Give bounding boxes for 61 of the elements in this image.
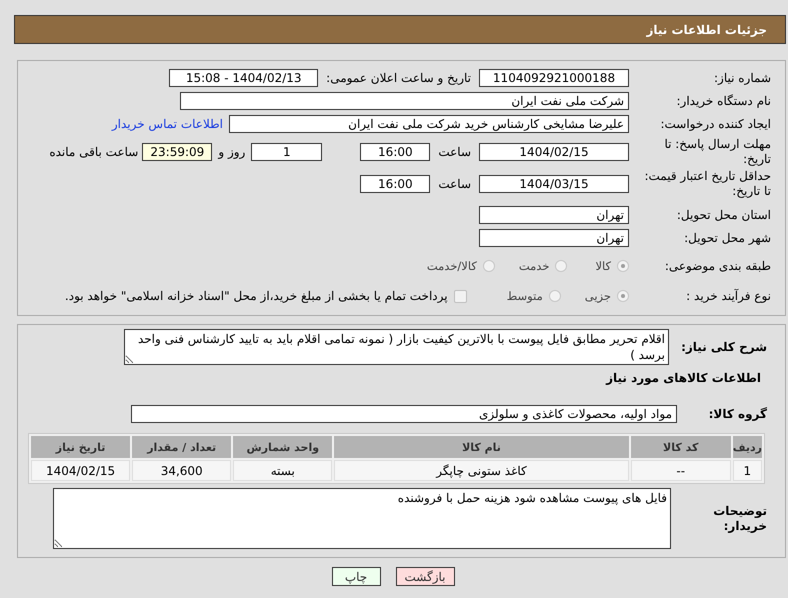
requester-field: علیرضا مشایخی کارشناس خرید شرکت ملی نفت ایران (229, 115, 629, 133)
option-label: کالا/خدمت (426, 259, 477, 273)
announce-date-field: 1404/02/13 - 15:08 (169, 69, 318, 87)
field-label: توضیحات خریدار: (712, 504, 767, 534)
field-label: حداقل تاریخ اعتبار قیمت: تا تاریخ: (643, 169, 771, 199)
radio-button[interactable] (482, 260, 495, 272)
reply-time-field: 16:00 (360, 143, 430, 161)
need-number-field: 1104092921000188 (479, 69, 629, 87)
table-cell: 1404/02/15 (31, 460, 130, 481)
option-label: جزیی (584, 289, 611, 303)
field-label: ساعت باقی مانده (49, 145, 138, 159)
validity-time-field: 16:00 (360, 175, 430, 193)
province-field: تهران (479, 206, 629, 224)
back-button[interactable]: بازگشت (396, 567, 454, 586)
option-label: پرداخت تمام یا بخشی از مبلغ خرید،از محل "اسناد خزانه اسلامی" خواهد بود. (64, 289, 448, 303)
description-field[interactable]: اقلام تحریر مطابق فایل پیوست با بالاترین کیفیت بازار ( نمونه تمامی اقلام باید به تایید کارشناس فنی واحد برسد ) (124, 329, 669, 365)
validity-date-field: 1404/03/15 (479, 175, 629, 193)
field-label: شماره نیاز: (713, 70, 771, 86)
field-label: نوع فرآیند خرید : (685, 288, 771, 304)
table-cell: بسته (233, 460, 332, 481)
print-button[interactable]: چاپ (332, 567, 380, 586)
column-header: کد کالا (630, 436, 731, 458)
radio-button[interactable] (555, 260, 568, 272)
field-label: مهلت ارسال پاسخ: تا تاریخ: (663, 137, 771, 167)
radio-button[interactable] (548, 290, 561, 302)
field-label: ایجاد کننده درخواست: (659, 116, 771, 132)
radio-button[interactable] (617, 290, 629, 302)
option-label: متوسط (506, 289, 543, 303)
radio-button[interactable] (617, 260, 629, 272)
checkbox[interactable] (454, 290, 467, 302)
section-title: اطلاعات کالاهای مورد نیاز (606, 371, 761, 385)
table-cell: 34,600 (132, 460, 232, 481)
field-label: ساعت (438, 145, 471, 159)
buyer-notes-field[interactable]: فایل های پیوست مشاهده شود هزینه حمل با فروشنده (53, 488, 671, 549)
column-header: واحد شمارش (233, 436, 332, 458)
column-header: تعداد / مقدار (132, 436, 232, 458)
buyer-org-field: شرکت ملی نفت ایران (180, 92, 629, 110)
table-cell: 1 (732, 460, 762, 481)
option-label: خدمت (518, 259, 550, 273)
column-header: تاریخ نیاز (31, 436, 130, 458)
goods-group-field: مواد اولیه، محصولات کاغذی و سلولزی (131, 405, 677, 423)
buyer-contact-link[interactable]: اطلاعات تماس خریدار (112, 117, 223, 131)
field-label: شرح کلی نیاز: (680, 340, 767, 354)
field-label: نام دستگاه خریدار: (676, 94, 771, 108)
field-label: تاریخ و ساعت اعلان عمومی: (326, 71, 471, 85)
city-field: تهران (479, 229, 629, 247)
field-label: شهر محل تحویل: (683, 230, 771, 246)
column-header: ردیف (732, 436, 762, 458)
field-label: استان محل تحویل: (676, 208, 771, 222)
days-field: 1 (251, 143, 322, 161)
reply-date-field: 1404/02/15 (479, 143, 629, 161)
remaining-time-field: 23:59:09 (142, 143, 212, 161)
table-cell: کاغذ ستونی چاپگر (334, 460, 629, 481)
field-label: روز و (218, 145, 246, 159)
field-label: گروه کالا: (708, 406, 767, 422)
field-label: طبقه بندی موضوعی: (664, 258, 771, 274)
table-cell: -- (630, 460, 731, 481)
page-header: جزئیات اطلاعات نیاز (14, 15, 786, 44)
option-label: کالا (595, 259, 611, 273)
column-header: نام کالا (334, 436, 629, 458)
field-label: ساعت (438, 177, 471, 191)
